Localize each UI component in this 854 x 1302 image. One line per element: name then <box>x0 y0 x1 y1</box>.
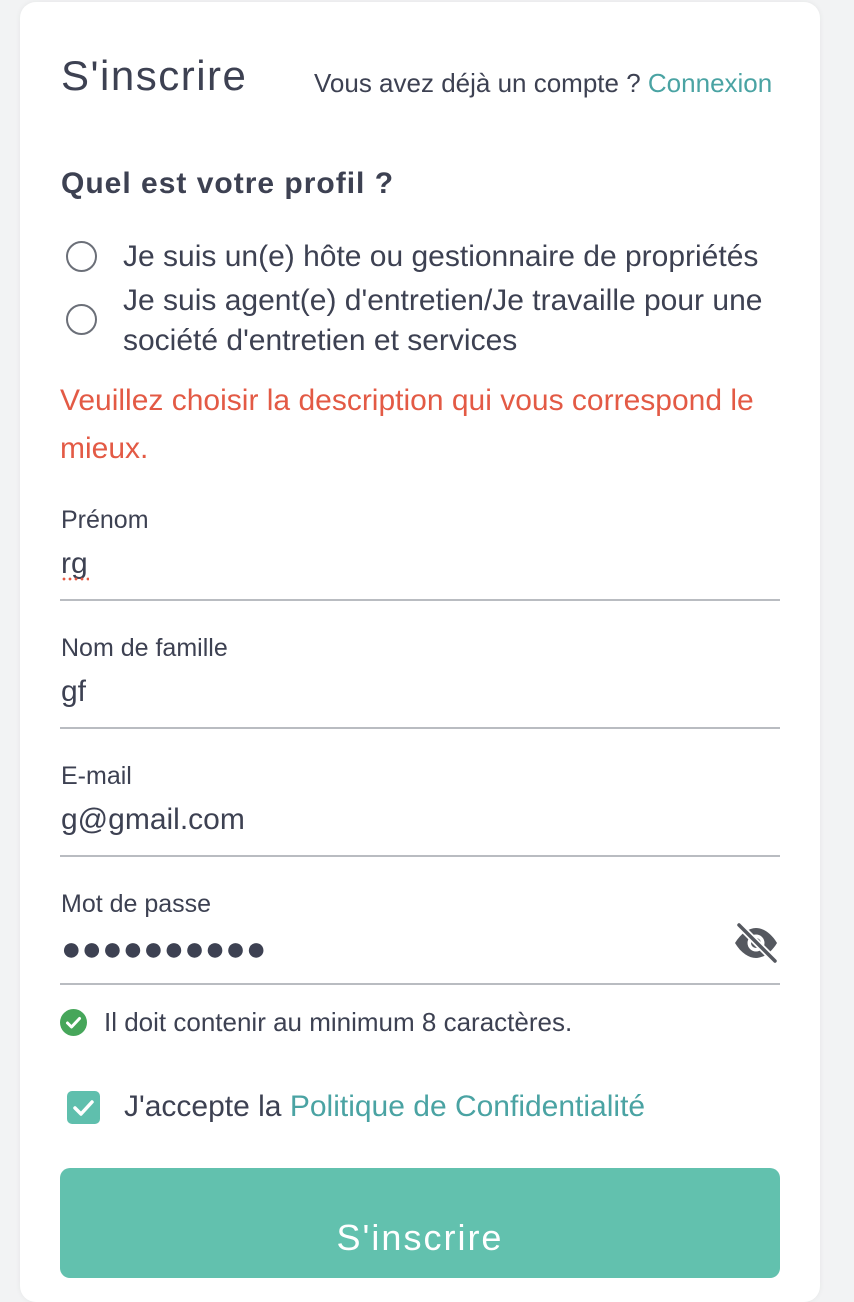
email-underline <box>60 855 780 857</box>
privacy-policy-link[interactable]: Politique de Confidentialité <box>290 1090 645 1123</box>
password-rule: Il doit contenir au minimum 8 caractères… <box>60 1006 572 1038</box>
checkbox-checked-icon[interactable] <box>67 1090 100 1124</box>
profile-question: Quel est votre profil ? <box>61 167 395 200</box>
privacy-consent: J'accepte la Politique de Confidentialit… <box>67 1088 645 1126</box>
profile-error-message: Veuillez choisir la description qui vous… <box>60 384 754 465</box>
first-name-input[interactable] <box>61 545 711 583</box>
check-circle-icon <box>60 1008 87 1036</box>
last-name-label: Nom de famille <box>61 634 228 662</box>
spellcheck-underline <box>61 577 89 581</box>
radio-label-host: Je suis un(e) hôte ou gestionnaire de pr… <box>123 240 759 273</box>
radio-option-cleaner[interactable]: Je suis agent(e) d'entretien/Je travaill… <box>66 281 763 361</box>
password-input[interactable]: ●●●●●●●●●● <box>61 930 266 968</box>
radio-button-icon[interactable] <box>66 304 97 335</box>
email-label: E-mail <box>61 762 132 790</box>
password-underline <box>60 983 780 985</box>
last-name-underline <box>60 727 780 729</box>
password-label: Mot de passe <box>61 890 212 918</box>
eye-slash-icon[interactable] <box>731 921 781 965</box>
radio-button-icon[interactable] <box>66 241 97 272</box>
first-name-underline <box>60 599 780 601</box>
login-link[interactable]: Connexion <box>648 68 772 98</box>
login-prompt-text: Vous avez déjà un compte ? <box>314 68 641 98</box>
radio-label-cleaner: Je suis agent(e) d'entretien/Je travaill… <box>123 284 763 357</box>
radio-option-host[interactable]: Je suis un(e) hôte ou gestionnaire de pr… <box>66 237 783 277</box>
last-name-input[interactable] <box>61 673 711 711</box>
email-input[interactable] <box>61 801 711 839</box>
password-rule-text: Il doit contenir au minimum 8 caractères… <box>104 1007 573 1037</box>
page-title: S'inscrire <box>61 52 248 99</box>
first-name-label: Prénom <box>61 506 149 534</box>
signup-submit-button[interactable]: S'inscrire <box>60 1168 780 1278</box>
consent-prefix: J'accepte la <box>124 1090 282 1123</box>
login-prompt: Vous avez déjà un compte ? Connexion <box>314 66 772 100</box>
signup-card: S'inscrire Vous avez déjà un compte ? Co… <box>20 2 820 1302</box>
consent-text: J'accepte la Politique de Confidentialit… <box>124 1088 645 1126</box>
